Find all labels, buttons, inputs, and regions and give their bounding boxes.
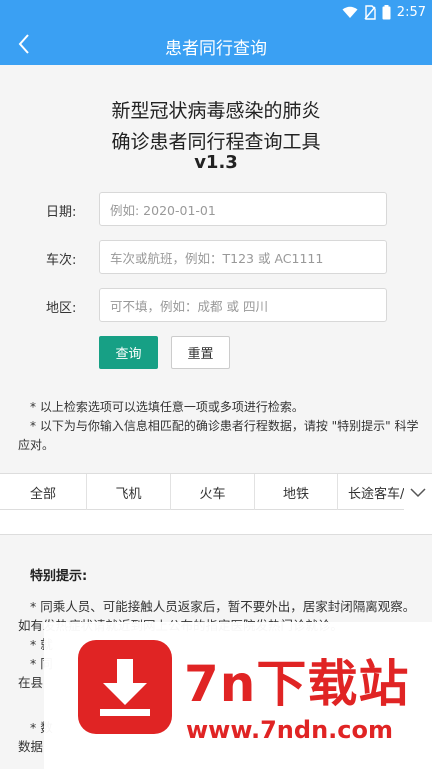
tab-long-distance-bus[interactable]: 长途客车/ <box>338 474 408 511</box>
watermark-banner: 7n下载站 www.7ndn.com <box>44 622 432 769</box>
area-input[interactable]: 可不填，例如：成都 或 四川 <box>99 288 387 322</box>
watermark-url: www.7ndn.com <box>186 716 393 744</box>
transport-tabs: 全部 飞机 火车 地铁 长途客车/ <box>0 473 432 511</box>
train-label: 车次: <box>46 253 77 268</box>
clock: 2:57 <box>396 4 426 20</box>
download-logo-icon <box>78 640 172 734</box>
date-input[interactable]: 例如: 2020-01-01 <box>99 192 387 226</box>
tips-heading: 特别提示: <box>30 569 88 584</box>
tool-version: v1.3 <box>194 152 238 173</box>
tab-subway[interactable]: 地铁 <box>255 474 337 511</box>
tab-train[interactable]: 火车 <box>171 474 254 511</box>
tab-all[interactable]: 全部 <box>0 474 86 511</box>
results-area <box>0 510 432 535</box>
chevron-down-icon <box>410 487 426 497</box>
no-sim-icon <box>364 4 376 20</box>
tool-title-line2: 确诊患者同行程查询工具 <box>111 131 321 153</box>
area-label: 地区: <box>46 301 77 316</box>
tabs-expand-button[interactable] <box>404 474 432 511</box>
watermark-title: 7n下载站 <box>184 655 410 713</box>
status-bar: 2:57 <box>0 0 432 24</box>
app-header: 患者同行查询 <box>0 24 432 65</box>
tab-flight[interactable]: 飞机 <box>87 474 170 511</box>
note-search-hint: * 以上检索选项可以选填任意一项或多项进行检索。 <box>30 400 304 414</box>
tool-title-line1: 新型冠状病毒感染的肺炎 <box>111 100 321 122</box>
battery-icon <box>382 4 391 19</box>
wifi-icon <box>342 6 358 18</box>
reset-button[interactable]: 重置 <box>171 336 230 369</box>
note-results-hint: * 以下为与你输入信息相匹配的确诊患者行程数据，请按 "特别提示" 科学应对。 <box>18 419 419 452</box>
train-input[interactable]: 车次或航班，例如：T123 或 AC1111 <box>99 240 387 274</box>
status-icons: 2:57 <box>342 3 426 21</box>
search-button[interactable]: 查询 <box>99 336 158 369</box>
page-title: 患者同行查询 <box>165 39 267 59</box>
date-label: 日期: <box>46 205 77 220</box>
